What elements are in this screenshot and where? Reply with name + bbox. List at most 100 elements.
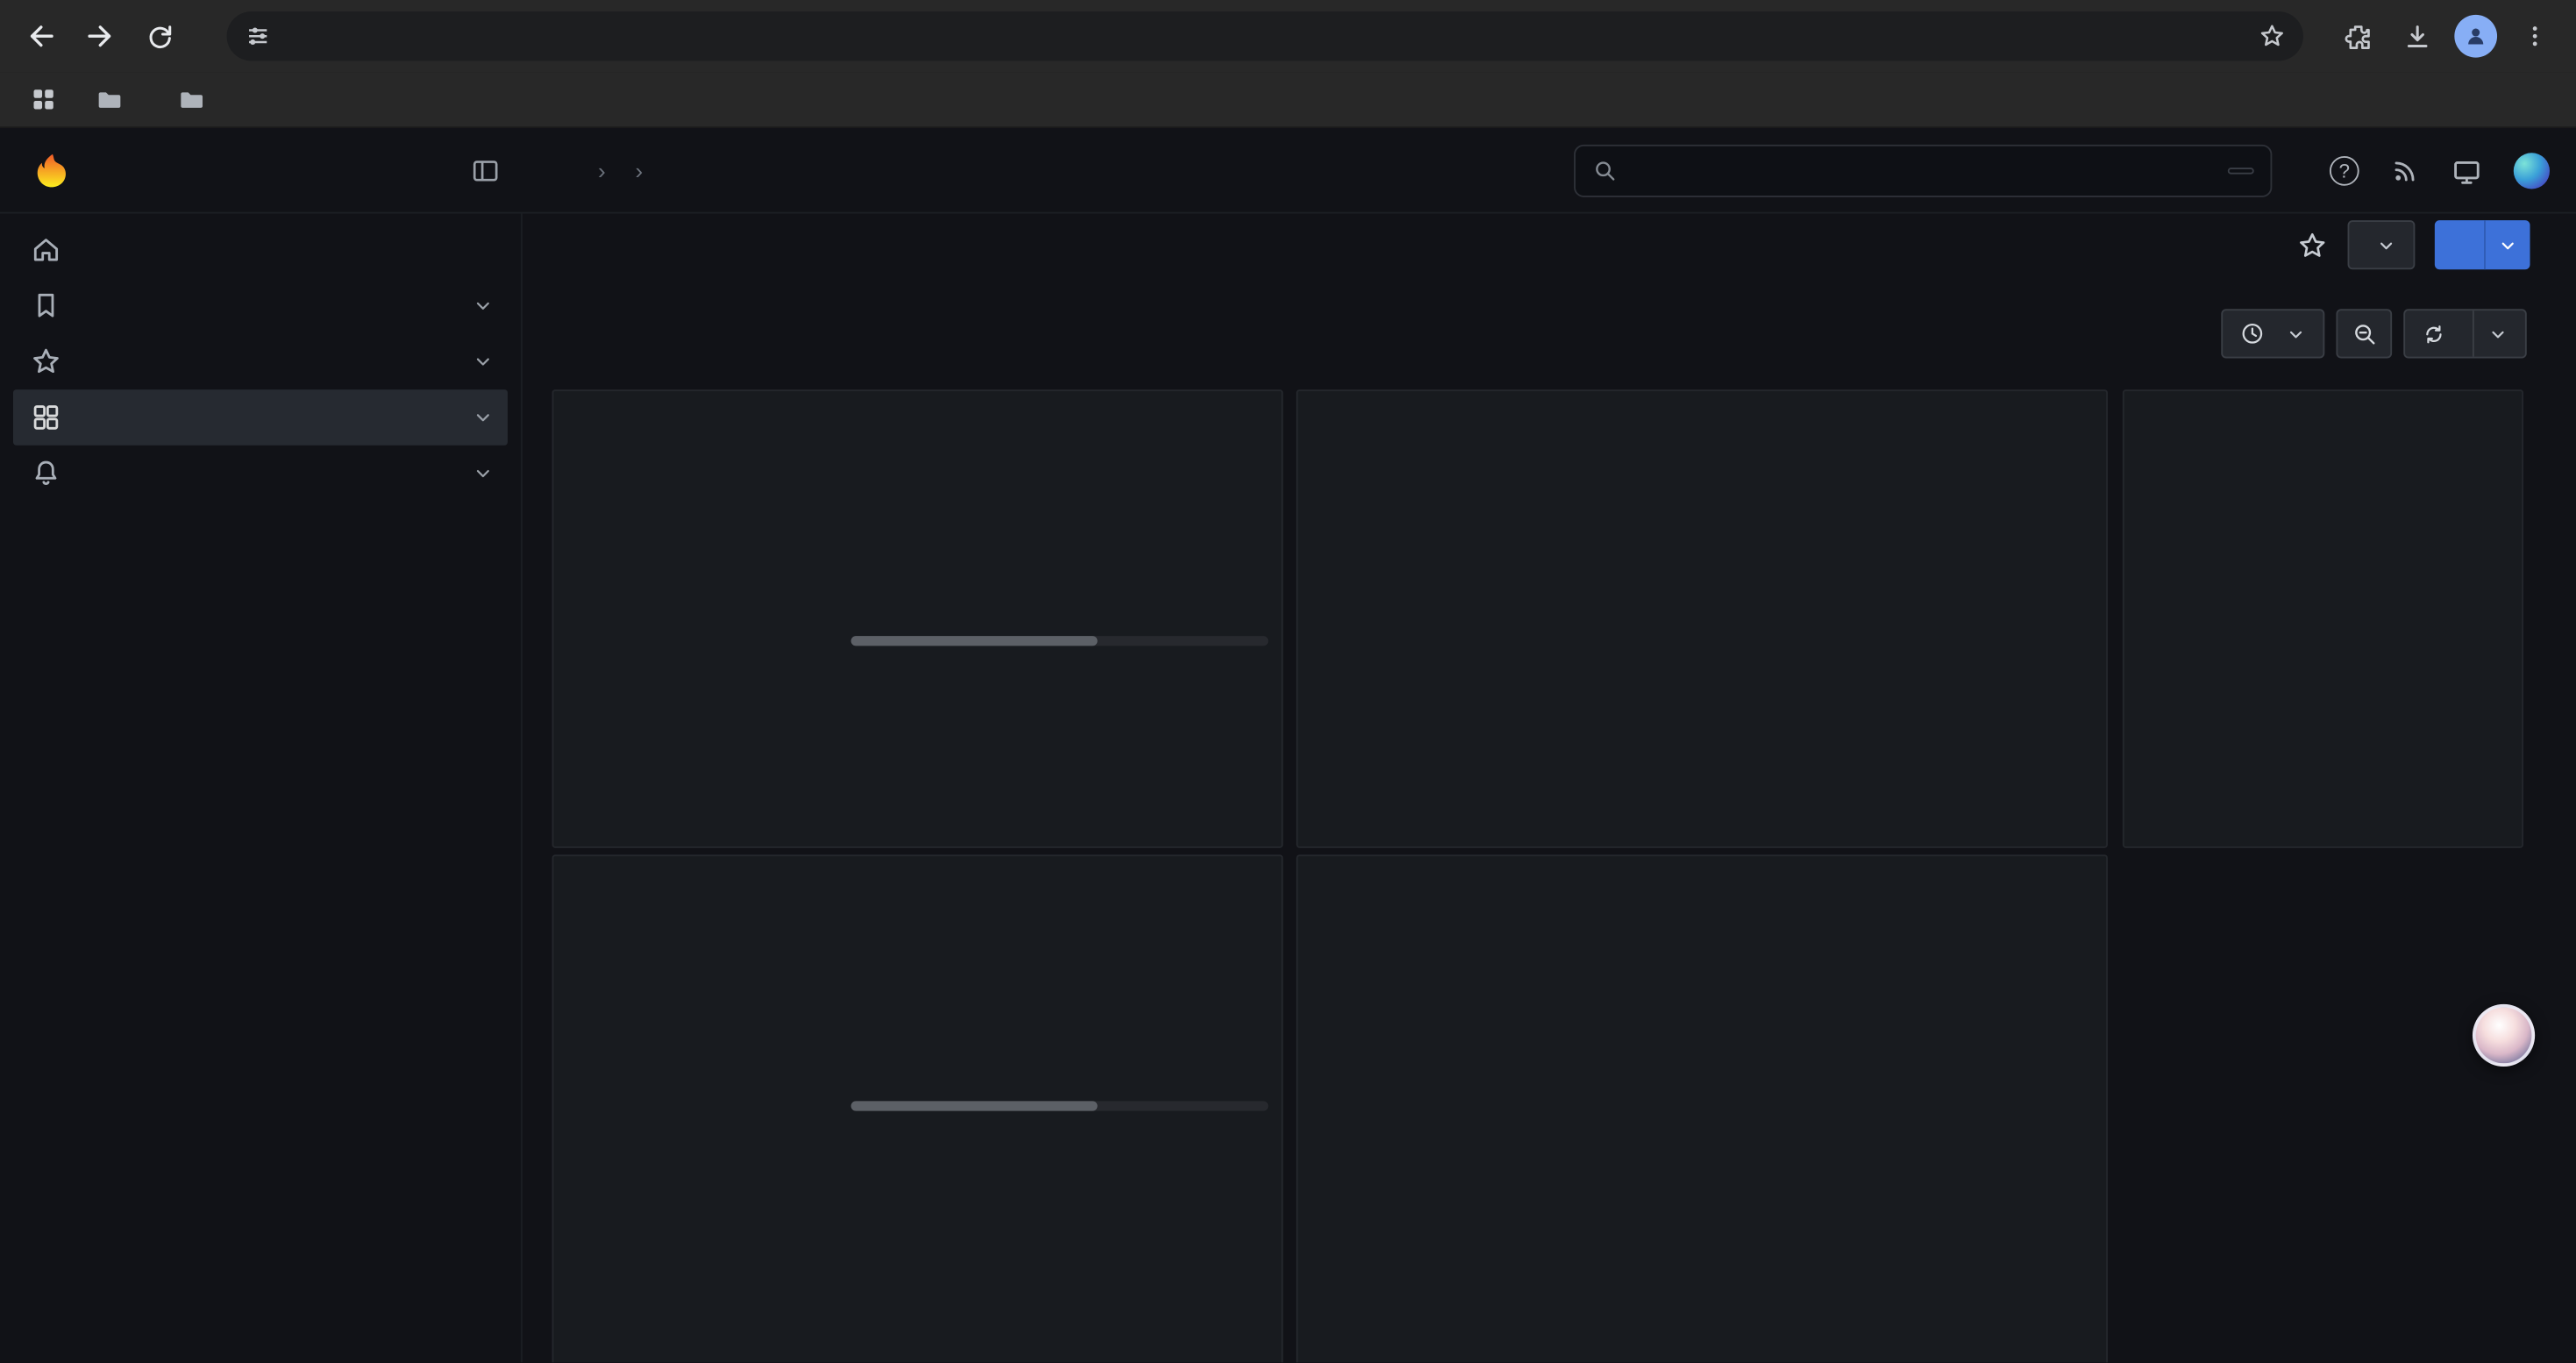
breadcrumb: › › <box>583 157 658 183</box>
sidebar-item-bookmarks[interactable] <box>13 278 508 334</box>
browser-menu-button[interactable] <box>2507 8 2563 64</box>
chevron-down-icon[interactable] <box>2487 323 2508 344</box>
scrollbar-thumb[interactable] <box>851 1101 1098 1110</box>
reload-button[interactable] <box>132 8 188 64</box>
header-icons: ? <box>2330 128 2550 213</box>
chevron-down-icon <box>2497 234 2518 255</box>
panel-request-per-minute <box>1296 389 2108 848</box>
legend-row[interactable] <box>851 1052 1269 1093</box>
legend-row[interactable] <box>851 587 1269 628</box>
bookmarks-bar <box>0 72 2576 128</box>
chevron-down-icon[interactable] <box>472 294 495 317</box>
arrow-right-icon <box>84 19 117 52</box>
grafana-logo[interactable] <box>32 150 72 189</box>
legend-inline[interactable] <box>1327 794 1420 800</box>
sidebar-item-dashboards[interactable] <box>13 389 508 446</box>
legend-scrollbar[interactable] <box>851 636 1269 646</box>
dashboard-actions <box>523 214 2576 276</box>
profile-button[interactable] <box>2448 8 2504 64</box>
legend-table <box>851 925 1269 1111</box>
bookmark-folder-blogs[interactable] <box>164 81 230 118</box>
legend-row[interactable] <box>1777 969 2076 1010</box>
browser-toolbar <box>0 0 2576 72</box>
back-button[interactable] <box>13 8 69 64</box>
bookmark-star-button[interactable] <box>2257 21 2287 51</box>
breadcrumb-separator: › <box>598 157 606 183</box>
help-button[interactable]: ? <box>2330 156 2359 186</box>
favorite-dashboard-button[interactable] <box>2296 229 2328 260</box>
kiosk-mode-button[interactable] <box>2451 155 2483 187</box>
panel-avg-response-time <box>552 854 1284 1362</box>
folder-icon <box>177 85 205 113</box>
brand-area <box>0 150 523 189</box>
profile-avatar <box>2454 15 2497 58</box>
legend-row[interactable] <box>1777 1052 2076 1093</box>
star-icon <box>30 345 62 377</box>
chevron-down-icon <box>2285 323 2306 344</box>
apps-grid-button[interactable] <box>19 76 65 122</box>
divider <box>2473 310 2474 356</box>
legend-table <box>1777 925 2076 1093</box>
bookmark-folder-freeleaps[interactable] <box>82 81 148 118</box>
monitor-icon <box>2451 155 2483 187</box>
star-icon <box>2296 229 2328 260</box>
search-input[interactable] <box>1574 145 2272 197</box>
download-icon <box>2401 20 2432 52</box>
kebab-menu-icon <box>2522 23 2548 49</box>
chevron-down-icon[interactable] <box>472 406 495 429</box>
share-button[interactable] <box>2435 220 2530 269</box>
person-icon <box>2463 23 2489 49</box>
panel-total-requests <box>552 389 1284 848</box>
site-info-icon[interactable] <box>243 21 273 51</box>
share-menu-button[interactable] <box>2484 220 2530 269</box>
legend-scrollbar[interactable] <box>851 1101 1269 1110</box>
series-color-dash <box>872 522 895 528</box>
sidebar-item-starred[interactable] <box>13 333 508 389</box>
zoom-out-button[interactable] <box>2336 309 2392 358</box>
refresh-button[interactable] <box>2403 309 2527 358</box>
search-icon <box>1592 158 1619 184</box>
arrow-left-icon <box>25 19 57 52</box>
legend-row[interactable] <box>851 1010 1269 1052</box>
star-icon <box>2257 21 2287 51</box>
request-per-minute-chart[interactable] <box>1298 391 2106 846</box>
forward-button[interactable] <box>72 8 128 64</box>
search-shortcut-chip <box>2228 168 2254 174</box>
url-bar[interactable] <box>227 11 2303 61</box>
legend-row[interactable] <box>851 504 1269 546</box>
grafana-app: › › ? <box>0 128 2576 1362</box>
sidebar-item-alerting[interactable] <box>13 446 508 502</box>
export-button[interactable] <box>2348 220 2416 269</box>
chevron-down-icon <box>2375 234 2396 255</box>
panel-errors-per-second <box>2123 389 2523 848</box>
user-avatar[interactable] <box>2514 153 2550 189</box>
downloads-button[interactable] <box>2388 8 2444 64</box>
floating-assistant-avatar[interactable] <box>2473 1004 2535 1067</box>
legend-row[interactable] <box>1777 1010 2076 1052</box>
refresh-icon <box>2422 321 2446 346</box>
no-data-message <box>2124 391 2522 846</box>
time-range-picker[interactable] <box>2221 309 2324 358</box>
breadcrumb-separator: › <box>636 157 644 183</box>
clock-icon <box>2239 320 2266 346</box>
news-button[interactable] <box>2390 156 2420 186</box>
legend-row[interactable] <box>851 969 1269 1010</box>
chevron-down-icon[interactable] <box>472 350 495 373</box>
extensions-button[interactable] <box>2330 8 2386 64</box>
series-color-dash <box>872 1069 895 1075</box>
series-color-dash <box>872 1028 895 1034</box>
zoom-out-icon <box>2350 319 2378 347</box>
sidebar-toggle-button[interactable] <box>470 154 502 186</box>
home-icon <box>30 233 62 266</box>
reload-icon <box>144 20 175 52</box>
screen: › › ? <box>0 0 2576 1362</box>
legend-row[interactable] <box>851 546 1269 587</box>
scrollbar-thumb[interactable] <box>851 636 1098 646</box>
series-color-dash <box>1784 987 1807 993</box>
legend-table <box>851 460 1269 646</box>
series-color-dash <box>1784 1069 1807 1075</box>
rss-icon <box>2390 156 2420 186</box>
sidebar-item-home[interactable] <box>13 222 508 278</box>
chevron-down-icon[interactable] <box>472 462 495 485</box>
bookmark-icon <box>30 289 62 322</box>
